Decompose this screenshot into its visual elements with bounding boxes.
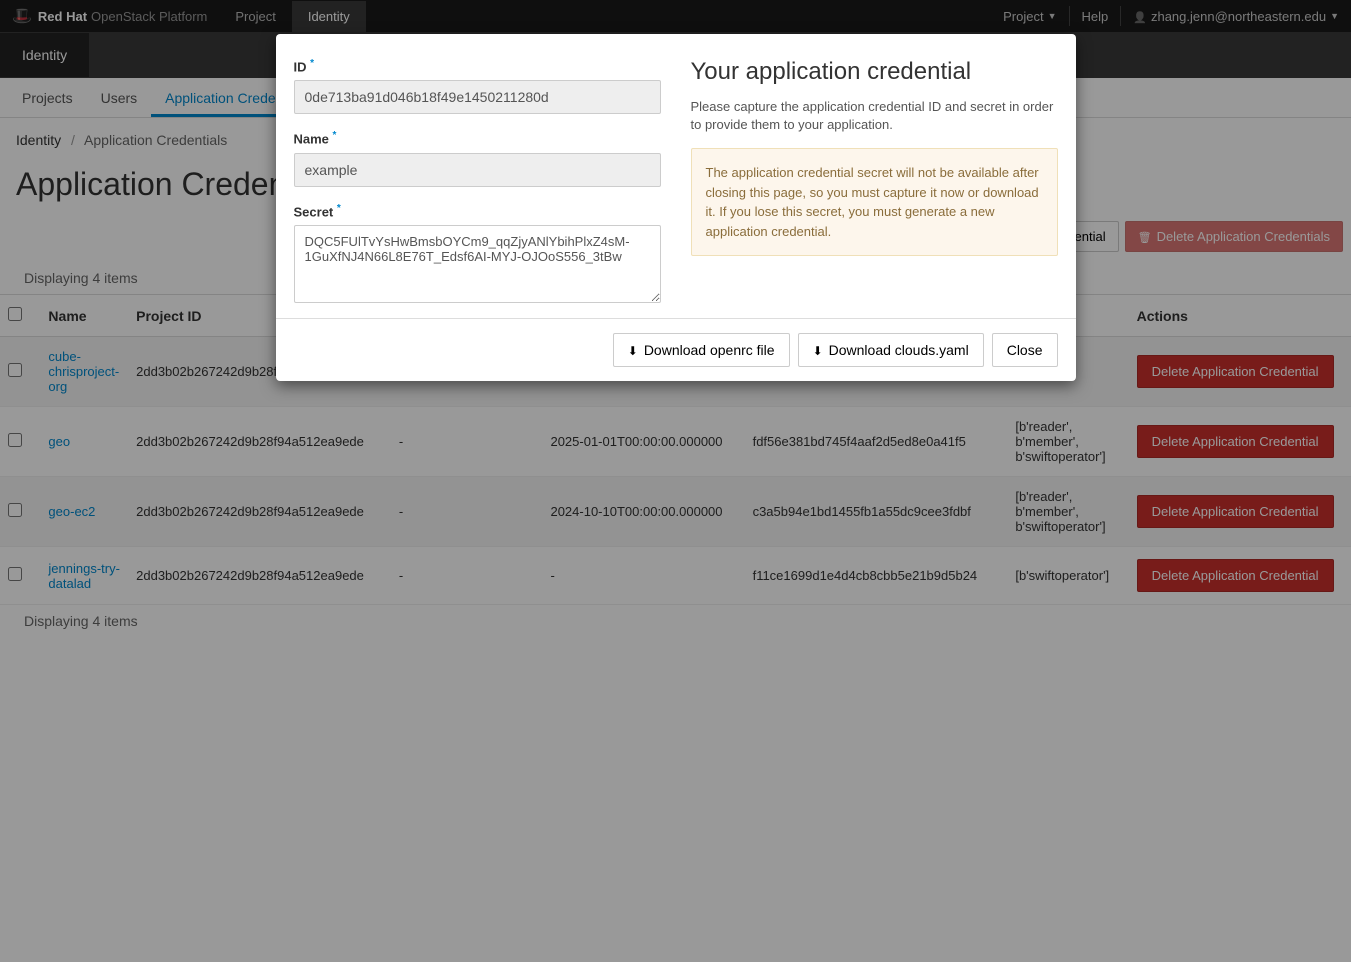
- download-icon: [628, 342, 638, 358]
- close-button[interactable]: Close: [992, 333, 1058, 367]
- required-icon: *: [310, 58, 314, 69]
- download-icon: [813, 342, 823, 358]
- modal-title: Your application credential: [691, 58, 1058, 86]
- id-field[interactable]: [294, 80, 661, 114]
- modal-description: Please capture the application credentia…: [691, 98, 1058, 134]
- secret-field[interactable]: DQC5FUlTvYsHwBmsbOYCm9_qqZjyANlYbihPlxZ4…: [294, 225, 661, 303]
- download-clouds-button[interactable]: Download clouds.yaml: [798, 333, 984, 367]
- name-field[interactable]: [294, 153, 661, 187]
- download-openrc-button[interactable]: Download openrc file: [613, 333, 790, 367]
- dl-openrc-label: Download openrc file: [644, 342, 775, 358]
- modal-overlay[interactable]: ID * Name * Secret * DQC5FUlTvYsHwBmsbOY…: [0, 0, 1351, 962]
- dl-clouds-label: Download clouds.yaml: [829, 342, 969, 358]
- name-label: Name *: [294, 130, 661, 146]
- required-icon: *: [333, 130, 337, 141]
- warning-box: The application credential secret will n…: [691, 148, 1058, 256]
- secret-label: Secret *: [294, 203, 661, 219]
- credential-modal: ID * Name * Secret * DQC5FUlTvYsHwBmsbOY…: [276, 34, 1076, 381]
- required-icon: *: [337, 203, 341, 214]
- modal-footer: Download openrc file Download clouds.yam…: [276, 318, 1076, 381]
- id-label: ID *: [294, 58, 661, 74]
